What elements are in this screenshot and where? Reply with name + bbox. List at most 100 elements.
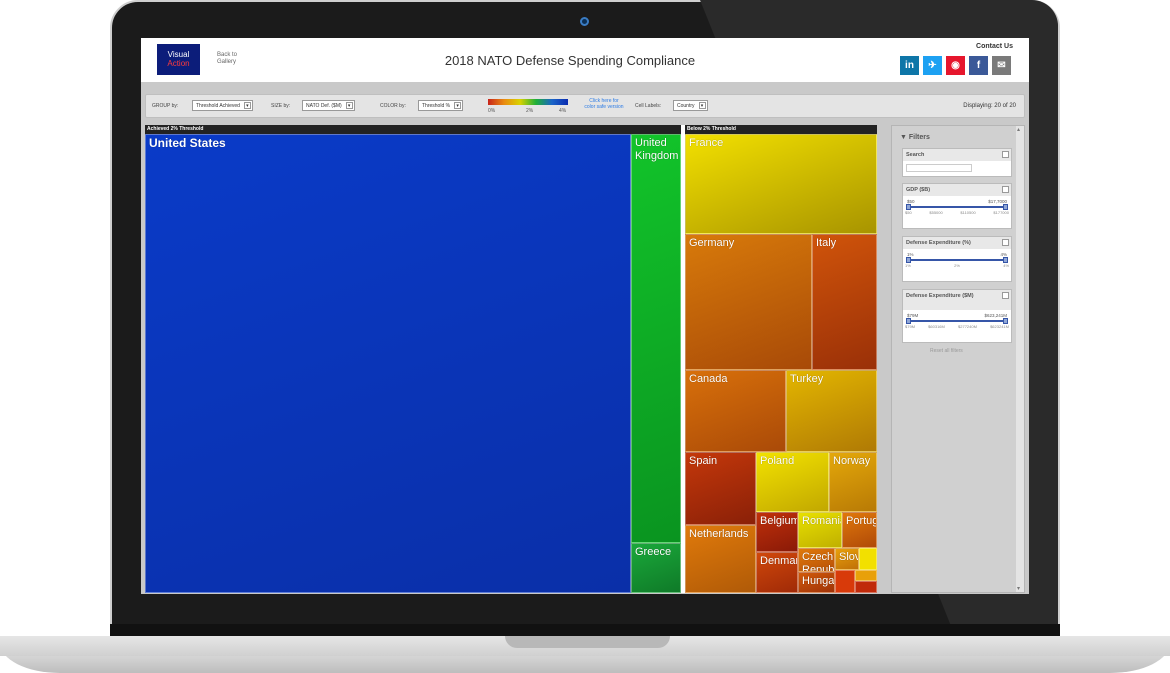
def-pct-tick: 1% [905, 263, 911, 268]
social-buttons: in ✈ ◉ f ✉ [900, 56, 1011, 75]
size-by-select[interactable]: NATO Def. ($M) ▾ [302, 100, 355, 111]
def-pct-tick: 4% [1003, 263, 1009, 268]
gdp-tick: $110500 [960, 210, 976, 215]
chevron-down-icon: ▾ [698, 102, 706, 109]
gdp-slider-handle-max[interactable] [1003, 204, 1008, 210]
cell-labels-select[interactable]: Country ▾ [673, 100, 708, 111]
twitter-icon[interactable]: ✈ [923, 56, 942, 75]
treemap-cell-small[interactable] [859, 548, 877, 570]
treemap-cell-spain[interactable]: Spain [685, 452, 756, 525]
color-safe-link[interactable]: Click here for color safe version [576, 98, 632, 110]
def-usd-tick: $277240M [958, 324, 977, 329]
def-pct-tick: 2% [954, 263, 960, 268]
treemap: Achieved 2% Threshold Below 2% Threshold… [145, 125, 877, 593]
reset-filters-link[interactable]: Reset all filters [930, 348, 963, 354]
treemap-cell-hungary[interactable]: Hungary [798, 572, 835, 593]
treemap-cell-label: Spain [689, 455, 718, 467]
treemap-cell-label: Poland [760, 455, 795, 467]
email-icon[interactable]: ✉ [992, 56, 1011, 75]
def-usd-tick: $60316M [928, 324, 945, 329]
treemap-cell-label: Romania [802, 515, 842, 527]
legend-tick-1: 2% [526, 108, 534, 114]
filters-scrollbar[interactable] [1016, 126, 1024, 592]
def-usd-filter: Defense Expenditure ($M) $79M $623,241M $… [902, 289, 1012, 343]
def-pct-slider-handle-max[interactable] [1003, 257, 1008, 263]
gdp-slider-handle-min[interactable] [906, 204, 911, 210]
def-pct-slider[interactable] [906, 257, 1008, 263]
def-pct-filter-toggle[interactable] [1002, 239, 1009, 246]
treemap-cell-small[interactable] [835, 570, 855, 593]
webcam-icon [580, 17, 589, 26]
treemap-cell-netherlands[interactable]: Netherlands [685, 525, 756, 593]
facebook-icon[interactable]: f [969, 56, 988, 75]
search-filter-toggle[interactable] [1002, 151, 1009, 158]
def-usd-tick: $623241M [990, 324, 1009, 329]
controls-bar: GROUP by: Threshold Achieved ▾ SIZE by: N… [145, 94, 1025, 118]
weibo-icon[interactable]: ◉ [946, 56, 965, 75]
treemap-cell-canada[interactable]: Canada [685, 370, 786, 452]
def-usd-slider-handle-min[interactable] [906, 318, 911, 324]
treemap-cell-label: Netherlands [689, 528, 749, 540]
treemap-cell-denmark[interactable]: Denmark [756, 552, 798, 593]
treemap-cell-label: Slovakia [839, 551, 859, 563]
def-usd-slider-values: $79M $623,241M [903, 313, 1011, 318]
treemap-cell-greece[interactable]: Greece [631, 543, 681, 593]
filters-title: ▼ Filters [900, 134, 930, 141]
treemap-cell-label: Czech Republic [802, 551, 835, 572]
linkedin-icon[interactable]: in [900, 56, 919, 75]
treemap-cell-label: Belgium [760, 515, 798, 527]
def-pct-slider-ticks: 1% 2% 4% [903, 263, 1011, 268]
treemap-cell-norway[interactable]: Norway [829, 452, 877, 512]
treemap-cell-united-kingdom[interactable]: United Kingdom [631, 134, 681, 543]
filters-title-text: Filters [908, 134, 930, 141]
treemap-cell-label: Portugal [846, 515, 876, 527]
treemap-cell-label: Canada [689, 373, 728, 385]
color-by-label: COLOR by: [380, 103, 406, 109]
treemap-cell-belgium[interactable]: Belgium [756, 512, 798, 552]
color-by-value: Threshold % [422, 103, 451, 109]
group-by-value: Threshold Achieved [196, 103, 240, 109]
treemap-cell-small[interactable] [855, 570, 877, 581]
treemap-cell-portugal[interactable]: Portugal [842, 512, 877, 548]
gdp-filter: GDP ($B) $50 $17,7000 $50 $55000 $110500 $17… [902, 183, 1012, 229]
app-header: Visual Action Back to Gallery 2018 NATO … [141, 38, 1029, 82]
color-by-select[interactable]: Threshold % ▾ [418, 100, 464, 111]
displaying-count: Displaying: 20 of 20 [963, 103, 1016, 109]
def-usd-slider-handle-max[interactable] [1003, 318, 1008, 324]
treemap-cell-germany[interactable]: Germany [685, 234, 812, 370]
search-input[interactable] [906, 164, 972, 172]
gdp-slider[interactable] [906, 204, 1008, 210]
def-usd-filter-toggle[interactable] [1002, 292, 1009, 299]
group-by-select[interactable]: Threshold Achieved ▾ [192, 100, 253, 111]
def-usd-filter-header: Defense Expenditure ($M) [903, 290, 1011, 310]
def-pct-slider-handle-min[interactable] [906, 257, 911, 263]
filter-funnel-icon: ▼ [900, 134, 907, 141]
legend-tick-0: 0% [488, 108, 496, 114]
treemap-cell-small[interactable] [855, 581, 877, 593]
search-filter-header: Search [903, 149, 1011, 161]
treemap-cell-italy[interactable]: Italy [812, 234, 877, 370]
treemap-cell-czech-republic[interactable]: Czech Republic [798, 548, 835, 572]
def-usd-filter-label: Defense Expenditure ($M) [906, 293, 974, 299]
treemap-cell-romania[interactable]: Romania [798, 512, 842, 548]
gdp-tick: $177000 [993, 210, 1009, 215]
treemap-cell-label: Greece [635, 546, 672, 558]
def-pct-filter-header: Defense Expenditure (%) [903, 237, 1011, 249]
treemap-cell-poland[interactable]: Poland [756, 452, 829, 512]
treemap-cell-slovakia[interactable]: Slovakia [835, 548, 859, 570]
group-by-label: GROUP by: [152, 103, 179, 109]
def-usd-slider[interactable] [906, 318, 1008, 324]
search-filter-label: Search [906, 152, 925, 158]
treemap-cell-turkey[interactable]: Turkey [786, 370, 877, 452]
treemap-cell-france[interactable]: France [685, 134, 877, 234]
gdp-filter-label: GDP ($B) [906, 187, 931, 193]
group-header-below: Below 2% Threshold [685, 125, 877, 134]
contact-us-link[interactable]: Contact Us [976, 43, 1013, 50]
gdp-filter-toggle[interactable] [1002, 186, 1009, 193]
def-pct-filter: Defense Expenditure (%) 1% 4% 1% 2% 4% [902, 236, 1012, 282]
chevron-down-icon: ▾ [454, 102, 462, 109]
treemap-cell-united-states[interactable]: United States [145, 134, 631, 593]
treemap-cell-label: France [689, 137, 724, 149]
cell-labels-value: Country [677, 103, 695, 109]
gdp-slider-ticks: $50 $55000 $110500 $177000 [903, 210, 1011, 215]
